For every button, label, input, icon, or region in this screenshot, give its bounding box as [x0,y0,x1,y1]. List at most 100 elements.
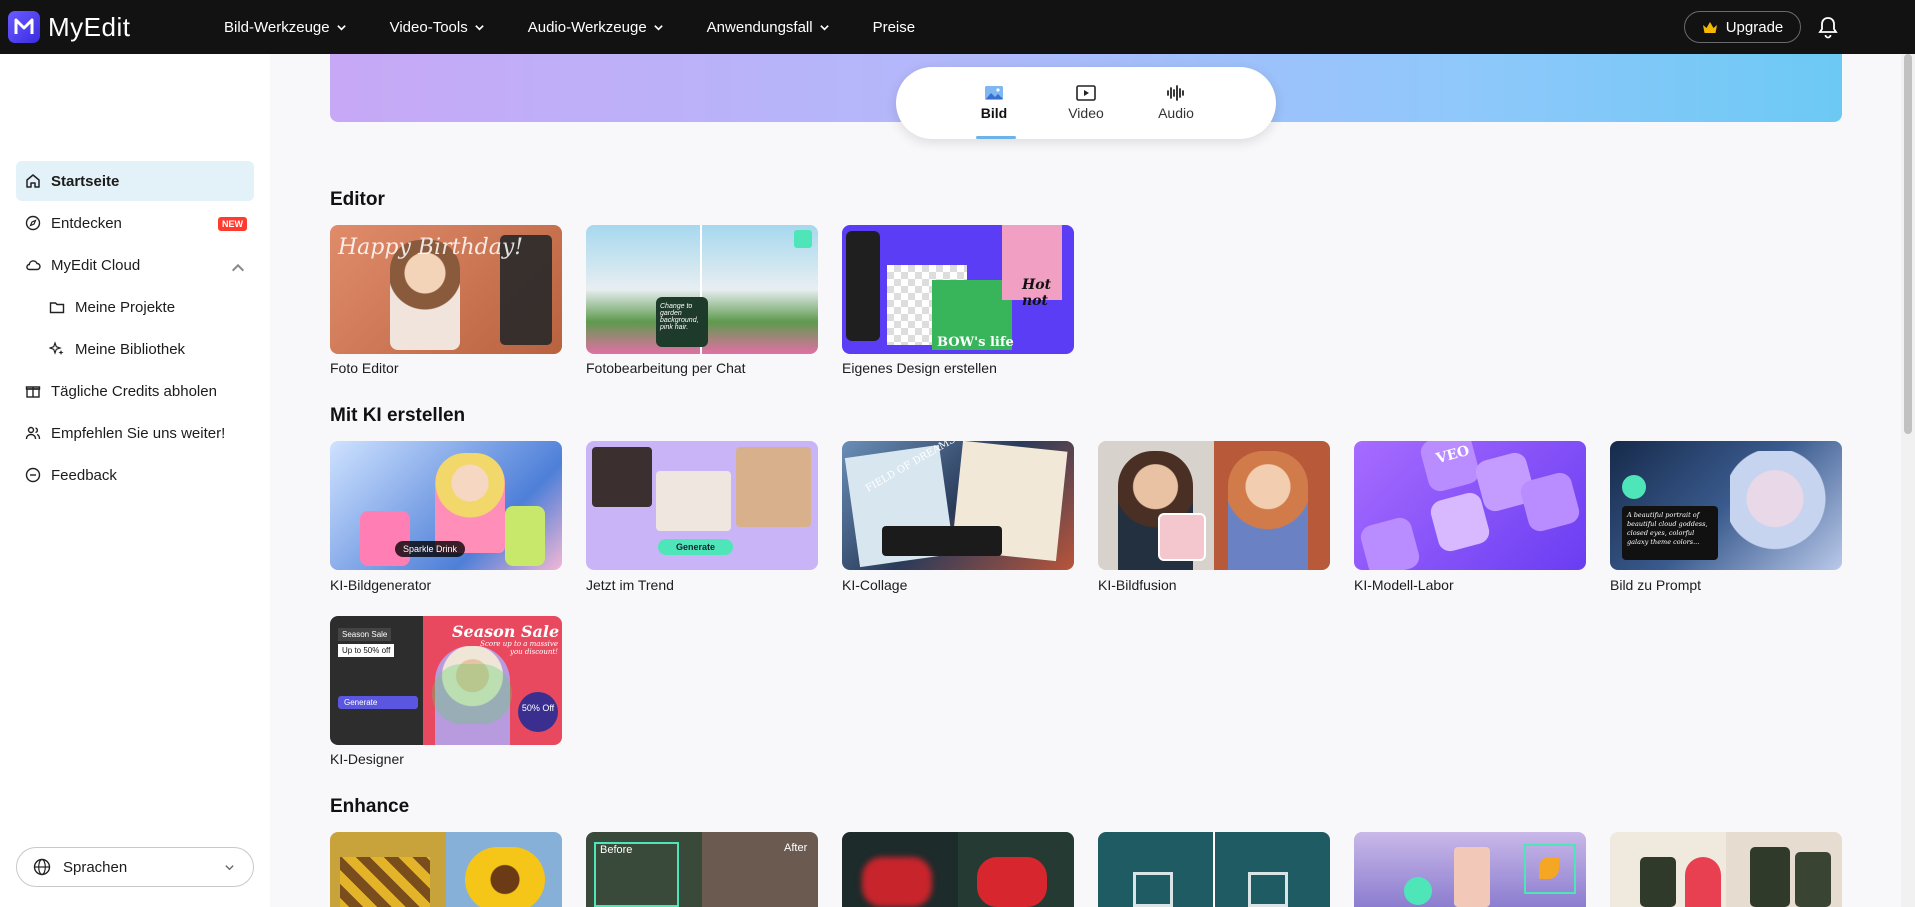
sidebar-item-myedit-cloud[interactable]: MyEdit Cloud [16,245,254,285]
nav-audio-werkzeuge[interactable]: Audio-Werkzeuge [528,19,664,36]
ai-icon [794,230,812,248]
scrollbar-thumb[interactable] [1904,54,1912,434]
card-foto-editor[interactable]: Happy Birthday! [330,225,562,354]
card-overlay-text: BOW's life [937,335,1014,350]
sidebar-item-feedback[interactable]: Feedback [16,455,254,495]
chevron-down-icon [474,24,484,31]
decor-shape [1685,857,1721,907]
card-label[interactable]: Foto Editor [330,360,398,376]
tool-palette [846,231,880,341]
generate-button-mock: Generate [658,539,734,555]
sidebar-item-label: Empfehlen Sie uns weiter! [51,424,226,442]
sidebar-item-label: MyEdit Cloud [51,256,141,274]
nav-video-tools[interactable]: Video-Tools [390,19,485,36]
sidebar-item-entdecken[interactable]: Entdecken NEW [16,203,254,243]
card-enhance-5[interactable] [1354,832,1586,907]
video-icon [1076,85,1096,101]
frame-shape [1133,872,1173,907]
card-label[interactable]: KI-Modell-Labor [1354,577,1454,593]
sidebar-item-meine-bibliothek[interactable]: Meine Bibliothek [40,329,240,369]
card-ki-collage[interactable]: FIELD OF DREAMS [842,441,1074,570]
audio-icon [1167,85,1184,101]
card-enhance-4[interactable] [1098,832,1330,907]
card-ki-modell-labor[interactable]: VEO [1354,441,1586,570]
main-nav: Bild-Werkzeuge Video-Tools Audio-Werkzeu… [224,0,958,54]
tab-label: Bild [980,105,1008,121]
card-ki-designer[interactable]: Season Sale Score up to a massive you di… [330,616,562,745]
card-label[interactable]: KI-Bildfusion [1098,577,1177,593]
sidebar-item-label: Entdecken [51,214,122,232]
card-enhance-2[interactable]: Before After [586,832,818,907]
nav-bild-werkzeuge[interactable]: Bild-Werkzeuge [224,19,347,36]
card-photo [435,453,505,553]
gift-icon [25,386,41,398]
drink-bottle [505,506,545,566]
sidebar-item-label: Meine Bibliothek [75,340,186,358]
card-overlay-text: Happy Birthday! [338,235,524,260]
upgrade-button[interactable]: Upgrade [1684,11,1801,43]
card-ki-bildfusion[interactable] [1098,441,1330,570]
tab-video[interactable]: Video [1056,85,1116,127]
active-tab-indicator [976,136,1016,139]
card-eigenes-design[interactable]: BOW's life Hot not [842,225,1074,354]
card-label[interactable]: KI-Designer [330,751,404,767]
nav-label: Anwendungsfall [706,18,813,36]
sidebar-item-startseite[interactable]: Startseite [16,161,254,201]
perfume-bottle [1454,847,1490,907]
nav-label: Video-Tools [389,18,468,36]
nav-label: Bild-Werkzeuge [224,18,330,36]
card-bild-zu-prompt[interactable]: A beautiful portrait of beautiful cloud … [1610,441,1842,570]
tab-audio[interactable]: Audio [1146,85,1206,127]
nav-anwendungsfall[interactable]: Anwendungsfall [707,19,830,36]
home-icon [26,174,40,188]
card-label[interactable]: Jetzt im Trend [586,577,674,593]
section-title-editor: Editor [330,189,385,210]
motorbike-blurred [862,857,932,907]
card-fotobearbeitung-chat[interactable]: Change to garden background, pink hair. [586,225,818,354]
prompt-tag: Sparkle Drink [395,541,466,557]
generate-button-mock: Generate [338,696,418,709]
decor-dot [1404,877,1432,905]
nav-preise[interactable]: Preise [873,19,916,36]
butterfly [1539,857,1559,879]
card-enhance-1[interactable] [330,832,562,907]
tab-bild[interactable]: Bild [964,85,1024,127]
mock-label: Up to 50% off [338,644,395,657]
chevron-up-icon[interactable] [230,260,246,276]
nav-label: Preise [872,18,916,36]
card-photo [1228,451,1308,570]
upgrade-label: Upgrade [1725,18,1784,36]
logo-mark-icon [8,11,40,43]
bottle [1640,857,1676,907]
bell-icon[interactable] [1817,15,1839,39]
card-label[interactable]: KI-Collage [842,577,907,593]
app-name: MyEdit [48,11,131,42]
sidebar-item-credits[interactable]: Tägliche Credits abholen [16,371,254,411]
card-enhance-6[interactable] [1610,832,1842,907]
crown-icon [1702,21,1717,33]
fusion-thumb [1158,513,1206,561]
image-icon [985,86,1003,100]
card-overlay-text-2: Hot not [1022,277,1052,309]
sidebar-item-meine-projekte[interactable]: Meine Projekte [40,287,240,327]
sidebar: Startseite Entdecken NEW MyEdit Cloud Me… [0,54,270,907]
sidebar-item-empfehlen[interactable]: Empfehlen Sie uns weiter! [16,413,254,453]
card-label[interactable]: Bild zu Prompt [1610,577,1701,593]
card-label[interactable]: KI-Bildgenerator [330,577,431,593]
section-title-enhance: Enhance [330,796,410,817]
card-photo [736,447,811,527]
discount-badge: 50% Off [518,692,558,732]
nav-label: Audio-Werkzeuge [527,18,647,36]
card-label[interactable]: Fotobearbeitung per Chat [586,360,746,376]
card-jetzt-im-trend[interactable]: Generate [586,441,818,570]
chevron-down-icon [819,24,829,31]
sunflower [465,847,545,907]
bottle [1795,852,1831,907]
card-ki-bildgenerator[interactable]: Sparkle Drink [330,441,562,570]
app-logo[interactable]: MyEdit [8,11,130,43]
language-selector[interactable]: Sprachen [16,847,254,887]
card-enhance-3[interactable] [842,832,1074,907]
model-tile [1358,515,1422,570]
vertical-scrollbar[interactable] [1901,54,1915,907]
card-label[interactable]: Eigenes Design erstellen [842,360,997,376]
